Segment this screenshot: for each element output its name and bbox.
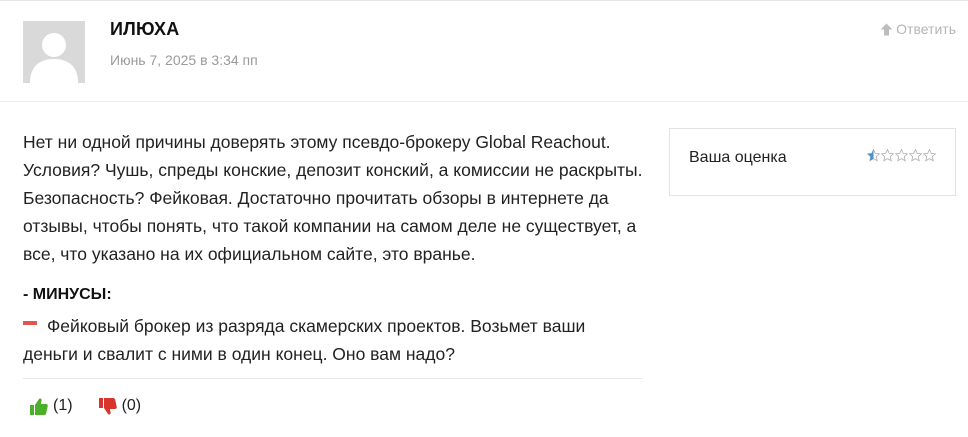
- arrow-up-icon: [880, 23, 893, 35]
- rating-box: Ваша оценка: [669, 128, 956, 196]
- reply-button[interactable]: Ответить: [880, 21, 956, 37]
- rating-label: Ваша оценка: [689, 149, 787, 166]
- dislike-count: (0): [121, 397, 142, 414]
- reply-label: Ответить: [896, 21, 956, 37]
- dislike-button[interactable]: (0): [98, 397, 142, 415]
- star-icon[interactable]: [909, 149, 922, 162]
- comment-author: ИЛЮХА: [110, 19, 180, 39]
- star-icon[interactable]: [923, 149, 936, 162]
- divider: [23, 378, 643, 379]
- thumbs-up-icon: [30, 398, 48, 415]
- comment-date: Июнь 7, 2025 в 3:34 пп: [110, 52, 258, 68]
- cons-item: Фейковый брокер из разряда скамерских пр…: [23, 316, 586, 364]
- like-button[interactable]: (1): [30, 397, 73, 415]
- cons-title: - МИНУСЫ:: [23, 286, 112, 303]
- star-icon[interactable]: [881, 149, 894, 162]
- comment-card: ИЛЮХА Июнь 7, 2025 в 3:34 пп Ответить Не…: [0, 0, 968, 437]
- comment-text: Нет ни одной причины доверять этому псев…: [23, 132, 643, 264]
- star-icon[interactable]: [895, 149, 908, 162]
- like-count: (1): [53, 397, 73, 414]
- thumbs-down-icon: [98, 397, 117, 414]
- vote-bar: (1) (0): [30, 397, 141, 415]
- star-icon[interactable]: [867, 149, 880, 162]
- user-silhouette-icon: [23, 21, 85, 83]
- star-rating[interactable]: [867, 149, 936, 162]
- avatar: [23, 21, 85, 83]
- comment-header: ИЛЮХА Июнь 7, 2025 в 3:34 пп Ответить: [0, 1, 968, 102]
